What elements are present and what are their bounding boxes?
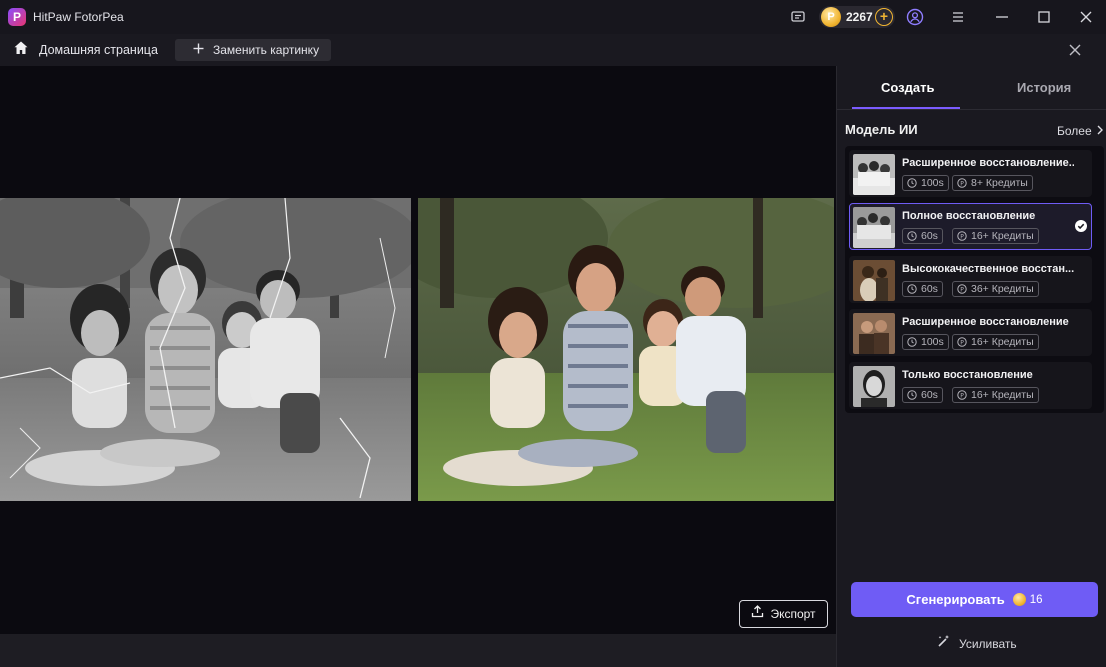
check-icon bbox=[1075, 220, 1087, 232]
credit-value: 16+ Кредиты bbox=[971, 230, 1034, 242]
model-card[interactable]: Расширенное восстановление 100s P 16+ Кр… bbox=[849, 309, 1092, 356]
model-thumbnail bbox=[853, 366, 895, 407]
credit-badge: P 16+ Кредиты bbox=[952, 334, 1039, 350]
credit-value: 8+ Кредиты bbox=[971, 177, 1028, 189]
generate-cost: 16 bbox=[1029, 593, 1043, 606]
credit-icon: P bbox=[957, 231, 967, 241]
svg-text:P: P bbox=[960, 286, 964, 293]
app-logo: P bbox=[8, 8, 26, 26]
chevron-right-icon bbox=[1096, 124, 1104, 138]
panel-tabs: Создать История bbox=[837, 66, 1106, 110]
model-name: Расширенное восстановление... bbox=[902, 157, 1074, 169]
time-badge: 60s bbox=[902, 387, 943, 403]
time-badge: 60s bbox=[902, 228, 943, 244]
time-value: 60s bbox=[921, 283, 938, 295]
model-card[interactable]: Высококачественное восстан... 60s P 36+ … bbox=[849, 256, 1092, 303]
model-thumbnail bbox=[853, 154, 895, 195]
model-thumbnail bbox=[853, 260, 895, 301]
model-name: Расширенное восстановление bbox=[902, 316, 1069, 328]
clock-icon bbox=[907, 337, 917, 347]
time-badge: 60s bbox=[902, 281, 943, 297]
home-label: Домашняя страница bbox=[39, 43, 158, 57]
credits-balance[interactable]: P 2267 + bbox=[819, 6, 895, 28]
model-list: Расширенное восстановление... 100s P 8+ … bbox=[845, 146, 1104, 413]
clock-icon bbox=[907, 284, 917, 294]
svg-text:P: P bbox=[960, 392, 964, 399]
clock-icon bbox=[907, 178, 917, 188]
replace-image-label: Заменить картинку bbox=[213, 43, 320, 57]
credit-value: 36+ Кредиты bbox=[971, 283, 1034, 295]
bottom-bar bbox=[0, 634, 836, 667]
time-value: 100s bbox=[921, 336, 944, 348]
credit-value: 16+ Кредиты bbox=[971, 336, 1034, 348]
time-badge: 100s bbox=[902, 175, 949, 191]
credit-badge: P 16+ Кредиты bbox=[952, 228, 1039, 244]
home-button[interactable]: Домашняя страница bbox=[13, 41, 158, 59]
right-panel: Создать История Модель ИИ Более Расширен… bbox=[836, 66, 1106, 667]
feedback-icon[interactable] bbox=[789, 8, 807, 26]
original-photo bbox=[0, 198, 411, 501]
model-thumbnail bbox=[853, 313, 895, 354]
model-card[interactable]: Расширенное восстановление... 100s P 8+ … bbox=[849, 150, 1092, 197]
credit-value: 16+ Кредиты bbox=[971, 389, 1034, 401]
time-value: 60s bbox=[921, 230, 938, 242]
replace-image-button[interactable]: Заменить картинку bbox=[175, 39, 331, 61]
add-credits-button[interactable]: + bbox=[875, 8, 893, 26]
svg-text:P: P bbox=[960, 339, 964, 346]
svg-text:P: P bbox=[960, 180, 964, 187]
time-value: 100s bbox=[921, 177, 944, 189]
model-thumbnail bbox=[853, 207, 895, 248]
ai-model-title: Модель ИИ bbox=[845, 122, 918, 137]
user-icon[interactable] bbox=[906, 8, 924, 26]
enhance-label: Усиливать bbox=[959, 636, 1017, 651]
restored-photo bbox=[418, 198, 834, 501]
clock-icon bbox=[907, 231, 917, 241]
export-button[interactable]: Экспорт bbox=[739, 600, 828, 628]
model-card[interactable]: Только восстановление 60s P 16+ Кредиты bbox=[849, 362, 1092, 409]
window-close-icon[interactable] bbox=[1077, 8, 1095, 26]
minimize-icon[interactable] bbox=[993, 8, 1011, 26]
credit-icon: P bbox=[957, 178, 967, 188]
plus-icon bbox=[193, 41, 204, 59]
maximize-icon[interactable] bbox=[1035, 8, 1053, 26]
model-card-selected[interactable]: Полное восстановление 60s P 16+ Кредиты bbox=[849, 203, 1092, 250]
coin-icon: P bbox=[821, 7, 841, 27]
home-icon bbox=[13, 40, 29, 61]
generate-label: Сгенерировать bbox=[906, 592, 1005, 607]
tab-create[interactable]: Создать bbox=[881, 80, 934, 95]
clock-icon bbox=[907, 390, 917, 400]
more-link[interactable]: Более bbox=[1057, 124, 1104, 138]
image-canvas: Экспорт bbox=[0, 66, 836, 634]
app-title: HitPaw FotorPea bbox=[33, 10, 124, 24]
enhance-button[interactable]: Усиливать bbox=[937, 634, 1017, 653]
time-value: 60s bbox=[921, 389, 938, 401]
credit-badge: P 36+ Кредиты bbox=[952, 281, 1039, 297]
credit-icon: P bbox=[957, 390, 967, 400]
credit-badge: P 16+ Кредиты bbox=[952, 387, 1039, 403]
export-label: Экспорт bbox=[770, 607, 816, 621]
model-name: Полное восстановление bbox=[902, 210, 1036, 222]
active-tab-indicator bbox=[852, 107, 960, 109]
coin-icon bbox=[1012, 593, 1026, 606]
menu-icon[interactable] bbox=[949, 8, 967, 26]
credits-count: 2267 bbox=[846, 10, 873, 24]
model-name: Высококачественное восстан... bbox=[902, 263, 1074, 275]
export-icon bbox=[751, 605, 764, 623]
credit-icon: P bbox=[957, 337, 967, 347]
generate-button[interactable]: Сгенерировать 16 bbox=[851, 582, 1098, 617]
tab-history[interactable]: История bbox=[1017, 80, 1071, 95]
svg-text:P: P bbox=[960, 233, 964, 240]
model-name: Только восстановление bbox=[902, 369, 1033, 381]
toolbar: Домашняя страница Заменить картинку bbox=[0, 34, 1106, 66]
magic-wand-icon bbox=[937, 634, 951, 653]
time-badge: 100s bbox=[902, 334, 949, 350]
credit-badge: P 8+ Кредиты bbox=[952, 175, 1033, 191]
close-icon[interactable] bbox=[1066, 41, 1084, 59]
credit-icon: P bbox=[957, 284, 967, 294]
more-label: Более bbox=[1057, 124, 1092, 138]
title-bar: P HitPaw FotorPea P 2267 + bbox=[0, 0, 1106, 34]
